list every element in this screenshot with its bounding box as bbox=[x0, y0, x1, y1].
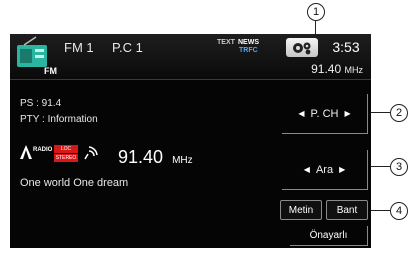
main-frequency-value: 91.40 bbox=[118, 147, 164, 167]
callout-3: 3 bbox=[390, 158, 408, 176]
callout-2-leader bbox=[368, 112, 390, 113]
callout-1: 1 bbox=[307, 3, 325, 21]
ps-line: PS : 91.4 bbox=[20, 98, 62, 109]
band-button[interactable]: Bant bbox=[326, 200, 368, 220]
loc-badge: LOC bbox=[54, 145, 78, 153]
header-frequency-value: 91.40 bbox=[311, 62, 342, 76]
callout-2: 2 bbox=[390, 104, 408, 122]
pty-line: PTY : Information bbox=[20, 114, 98, 125]
seek-control[interactable]: ◀ Ara ▶ bbox=[282, 150, 368, 190]
trfc-indicator: TRFC bbox=[239, 47, 258, 54]
callout-3-leader bbox=[368, 166, 390, 167]
header-frequency-unit: MHz bbox=[344, 65, 364, 75]
left-arrow-icon[interactable]: ◀ bbox=[304, 165, 310, 174]
main-frequency: 91.40 MHz bbox=[118, 147, 193, 168]
text-button[interactable]: Metin bbox=[280, 200, 322, 220]
status-bar: FM FM 1 P.C 1 TEXT NEWS TRFC 3:53 91.40 … bbox=[10, 34, 371, 80]
settings-button[interactable] bbox=[286, 38, 318, 57]
right-arrow-icon[interactable]: ▶ bbox=[339, 165, 345, 174]
clock: 3:53 bbox=[332, 39, 360, 55]
header-frequency: 91.40 MHz bbox=[311, 62, 363, 76]
radio-screen: FM FM 1 P.C 1 TEXT NEWS TRFC 3:53 91.40 … bbox=[10, 34, 371, 248]
radio-text: One world One dream bbox=[20, 177, 129, 189]
news-indicator: NEWS bbox=[238, 39, 259, 46]
callout-4: 4 bbox=[390, 202, 408, 220]
source-badge: FM bbox=[44, 66, 57, 76]
text-indicator: TEXT bbox=[217, 39, 235, 46]
right-arrow-icon[interactable]: ▶ bbox=[344, 109, 350, 118]
stereo-badge: STEREO bbox=[54, 154, 78, 162]
left-arrow-icon[interactable]: ◀ bbox=[298, 109, 304, 118]
antenna-icon bbox=[20, 145, 32, 159]
ara-label: Ara bbox=[315, 163, 334, 176]
main-frequency-unit: MHz bbox=[172, 155, 193, 166]
band-label: FM 1 bbox=[64, 40, 94, 55]
preset-channel-control[interactable]: ◀ P. CH ▶ bbox=[282, 94, 368, 134]
preset-label: P.C 1 bbox=[112, 40, 143, 55]
signal-icon bbox=[84, 146, 98, 160]
preset-list-button[interactable]: Önayarlı bbox=[290, 226, 368, 246]
gear-icon bbox=[293, 42, 311, 54]
pch-label: P. CH bbox=[310, 107, 339, 120]
radio-tag: RADIO bbox=[33, 147, 53, 153]
